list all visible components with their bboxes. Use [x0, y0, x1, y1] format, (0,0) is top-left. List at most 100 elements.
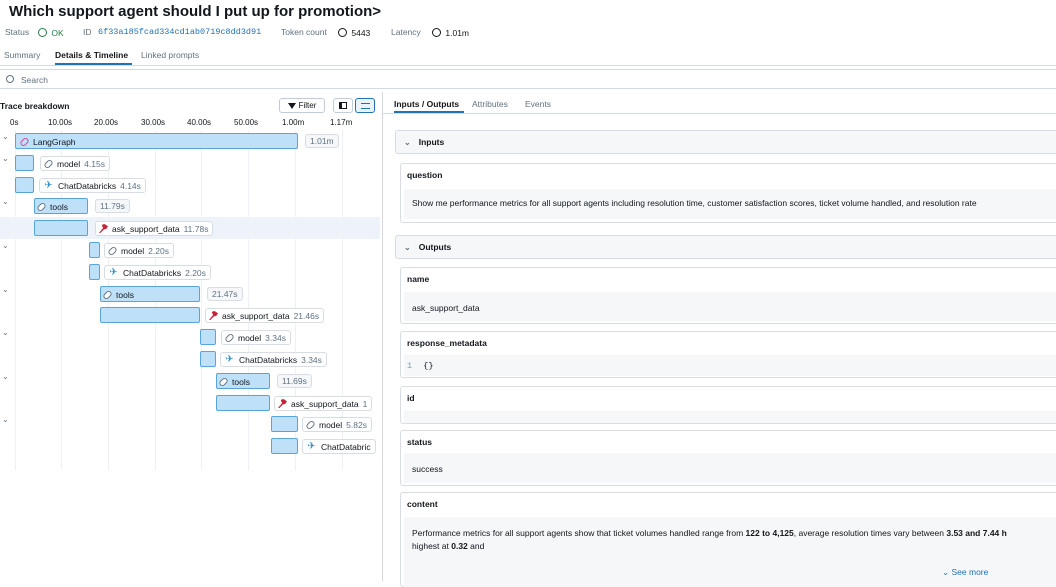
- chain-icon: [36, 201, 47, 212]
- question-field: question Show me performance metrics for…: [400, 163, 1056, 223]
- outputs-title: Outputs: [418, 242, 452, 252]
- span-label-model[interactable]: model 3.34s: [221, 330, 291, 345]
- expand-chevron-icon[interactable]: ⌄: [2, 241, 9, 250]
- span-label-tools[interactable]: tools: [216, 374, 267, 389]
- content-highlight: 3.53 and 7.44 h: [946, 528, 1007, 538]
- langgraph-icon: [19, 136, 30, 147]
- span-label-chatdatabric[interactable]: ✈ ChatDatabric: [302, 439, 376, 454]
- expand-chevron-icon[interactable]: ⌄: [2, 372, 9, 381]
- see-more-label: See more: [951, 567, 989, 577]
- content-label: content: [407, 499, 438, 509]
- span-name: LangGraph: [33, 136, 76, 147]
- latency-badge: 1.01m: [432, 27, 469, 38]
- span-label-chatdatabricks[interactable]: ✈ ChatDatabricks 4.14s: [39, 178, 146, 193]
- span-bar[interactable]: [100, 307, 200, 323]
- span-bar[interactable]: [271, 438, 298, 454]
- span-bar[interactable]: [216, 395, 270, 411]
- tool-icon: [278, 399, 287, 408]
- span-name: model: [319, 419, 343, 430]
- span-label-chatdatabricks[interactable]: ✈ ChatDatabricks 3.34s: [220, 352, 327, 367]
- span-duration: 21.46s: [293, 310, 320, 321]
- span-duration: 3.34s: [301, 354, 322, 365]
- chevron-down-icon: ⌄: [942, 567, 950, 577]
- chain-icon: [102, 289, 113, 300]
- expand-chevron-icon[interactable]: ⌄: [2, 328, 9, 337]
- inputs-section-header[interactable]: ⌄ Inputs: [395, 130, 1056, 154]
- span-label-model[interactable]: model 5.82s: [302, 417, 372, 432]
- status-field: status success: [400, 430, 1056, 486]
- span-label-ask-support-data[interactable]: ask_support_data 21.46s: [205, 308, 325, 323]
- chain-icon: [43, 158, 54, 169]
- span-label-chatdatabricks[interactable]: ✈ ChatDatabricks 2.20s: [104, 265, 211, 280]
- tab-events[interactable]: Events: [525, 99, 551, 109]
- databricks-icon: ✈: [44, 180, 53, 191]
- span-bar[interactable]: [34, 220, 88, 236]
- span-bar[interactable]: [271, 416, 298, 432]
- tab-inputs-outputs[interactable]: Inputs / Outputs: [394, 99, 459, 109]
- span-duration-badge: 11.69s: [277, 374, 312, 388]
- latency-value: 1.01m: [445, 28, 469, 38]
- span-bar[interactable]: [89, 264, 100, 280]
- span-name: ask_support_data: [291, 398, 359, 409]
- panel-divider[interactable]: [382, 92, 383, 581]
- chain-icon: [224, 332, 235, 343]
- span-name: tools: [232, 376, 250, 387]
- content-text: and: [467, 541, 485, 551]
- span-label-model[interactable]: model 4.15s: [40, 156, 110, 171]
- span-bar[interactable]: [200, 351, 216, 367]
- databricks-icon: ✈: [225, 354, 234, 365]
- chevron-down-icon: ⌄: [404, 137, 411, 147]
- span-name: ChatDatabricks: [123, 267, 182, 278]
- question-value: Show me performance metrics for all supp…: [404, 189, 1056, 219]
- span-label-tools[interactable]: tools: [34, 199, 85, 214]
- expand-chevron-icon[interactable]: ⌄: [2, 197, 9, 206]
- name-value: ask_support_data: [404, 292, 1056, 321]
- span-label-tools[interactable]: tools: [100, 287, 197, 302]
- span-bar[interactable]: [89, 242, 100, 258]
- tool-icon: [209, 311, 218, 320]
- span-duration: 1: [362, 398, 368, 409]
- id-value: [404, 411, 1056, 423]
- span-tree: ⌄ LangGraph 1.01m ⌄ model 4.15s ✈ ChatDatabrick…: [0, 0, 380, 581]
- see-more-link[interactable]: ⌄ See more: [942, 567, 988, 578]
- id-field: id: [400, 386, 1056, 424]
- span-bar[interactable]: [15, 155, 34, 171]
- expand-chevron-icon[interactable]: ⌄: [2, 285, 9, 294]
- span-bar[interactable]: [200, 329, 216, 345]
- expand-chevron-icon[interactable]: ⌄: [2, 154, 9, 163]
- clock-icon: [432, 28, 441, 37]
- span-name: ChatDatabricks: [239, 354, 298, 365]
- content-text: , average resolution times vary between: [793, 528, 947, 538]
- content-text: Performance metrics for all support agen…: [412, 528, 746, 538]
- databricks-icon: ✈: [307, 441, 316, 452]
- span-duration: 5.82s: [346, 419, 367, 430]
- response-metadata-label: response_metadata: [407, 338, 487, 348]
- span-label-ask-support-data[interactable]: ask_support_data 1: [274, 396, 373, 411]
- span-duration: 4.15s: [84, 158, 105, 169]
- outputs-section-header[interactable]: ⌄ Outputs: [395, 235, 1056, 259]
- code-value: {}: [423, 361, 434, 371]
- span-duration-badge: 21.47s: [207, 287, 243, 301]
- chain-icon: [107, 245, 118, 256]
- expand-chevron-icon[interactable]: ⌄: [2, 132, 9, 141]
- content-text: highest at: [412, 541, 452, 551]
- expand-chevron-icon[interactable]: ⌄: [2, 415, 9, 424]
- content-highlight: 0.32: [451, 541, 468, 551]
- span-bar[interactable]: [15, 177, 34, 193]
- span-name: ChatDatabricks: [58, 180, 117, 191]
- span-name: ask_support_data: [222, 310, 290, 321]
- span-duration: 4.14s: [120, 180, 141, 191]
- tab-attributes[interactable]: Attributes: [472, 99, 508, 109]
- span-label-ask-support-data[interactable]: ask_support_data 11.78s: [95, 221, 214, 236]
- span-label-langgraph[interactable]: LangGraph: [17, 134, 297, 149]
- status-field-value: success: [404, 453, 1056, 483]
- span-duration: 2.20s: [148, 245, 169, 256]
- span-duration-badge: 11.79s: [95, 199, 130, 213]
- response-metadata-field: response_metadata 1 {}: [400, 331, 1056, 378]
- response-metadata-value: 1 {}: [404, 355, 1056, 376]
- latency-label: Latency: [391, 27, 421, 37]
- span-label-model[interactable]: model 2.20s: [104, 243, 174, 258]
- id-label: id: [407, 393, 415, 403]
- span-duration: 3.34s: [265, 332, 286, 343]
- span-duration: 2.20s: [185, 267, 206, 278]
